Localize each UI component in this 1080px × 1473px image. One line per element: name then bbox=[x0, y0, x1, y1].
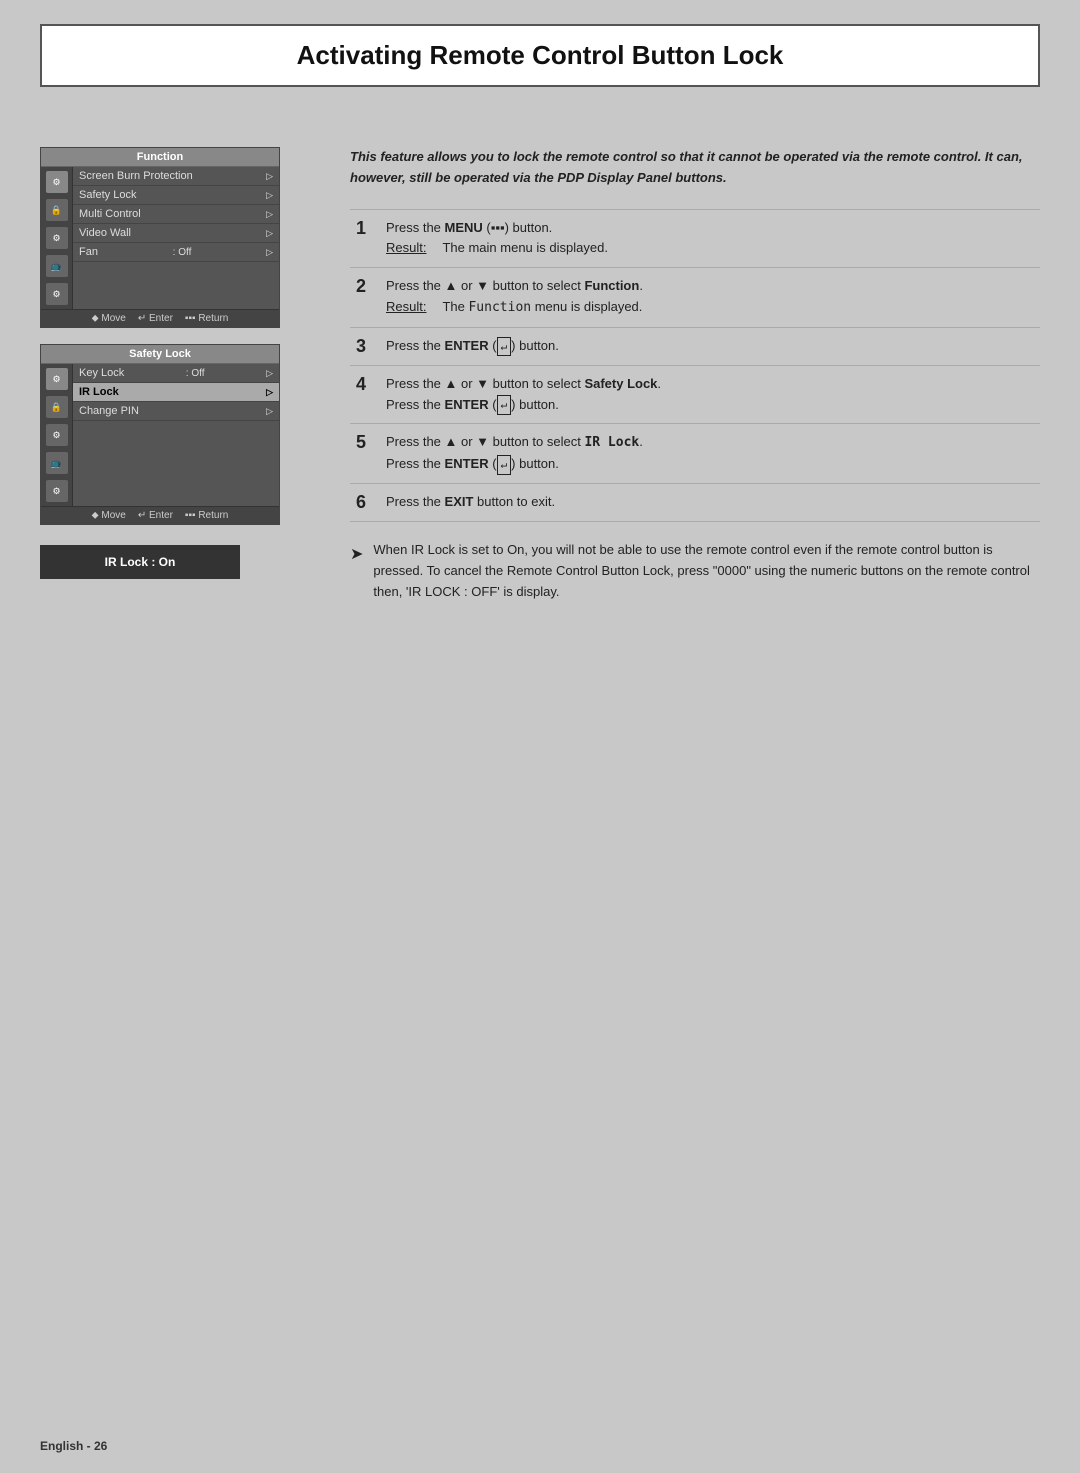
page: Activating Remote Control Button Lock Fu… bbox=[0, 0, 1080, 1473]
safety-lock-menu-footer: ⬥ Move ↵ Enter ▪▪▪ Return bbox=[41, 506, 279, 524]
step-4-enter-sym: ↵ bbox=[497, 395, 512, 415]
step-1-content: Press the MENU (▪▪▪) button. Result: The… bbox=[380, 209, 1040, 268]
menu-item-screen-burn[interactable]: Screen Burn Protection ▷ bbox=[73, 167, 279, 186]
page-title: Activating Remote Control Button Lock bbox=[62, 40, 1018, 71]
safety-lock-menu-body: ⚙ 🔒 ⚙ 📺 ⚙ Key Lock : Off ▷ IR Loc bbox=[41, 364, 279, 506]
step-2-result-label: Result: bbox=[386, 297, 426, 319]
step-2-number: 2 bbox=[350, 268, 380, 328]
icon-sl-2: 🔒 bbox=[46, 396, 68, 418]
function-menu-panel: Function ⚙ 🔒 ⚙ 📺 ⚙ Screen Burn Protectio… bbox=[40, 147, 280, 328]
step-3-enter-sym: ↵ bbox=[497, 337, 512, 357]
menu-item-video-wall[interactable]: Video Wall ▷ bbox=[73, 224, 279, 243]
step-5-enter-label: ENTER bbox=[445, 456, 489, 471]
step-3-number: 3 bbox=[350, 327, 380, 365]
footer-page-label: English - 26 bbox=[40, 1439, 107, 1453]
function-icon-sidebar: ⚙ 🔒 ⚙ 📺 ⚙ bbox=[41, 167, 73, 309]
menu-item-ir-lock[interactable]: IR Lock ▷ bbox=[73, 383, 279, 402]
step-1-result-label: Result: bbox=[386, 238, 426, 259]
icon-sl-5: ⚙ bbox=[46, 480, 68, 502]
page-title-box: Activating Remote Control Button Lock bbox=[40, 24, 1040, 87]
function-menu-title: Function bbox=[41, 148, 279, 167]
step-1-result-text: The main menu is displayed. bbox=[442, 238, 607, 259]
step-3-enter-label: ENTER bbox=[445, 338, 489, 353]
step-4-row: 4 Press the ▲ or ▼ button to select Safe… bbox=[350, 365, 1040, 424]
step-5-number: 5 bbox=[350, 424, 380, 484]
icon-sl-4: 📺 bbox=[46, 452, 68, 474]
page-footer: English - 26 bbox=[0, 1429, 1080, 1473]
safety-lock-menu-panel: Safety Lock ⚙ 🔒 ⚙ 📺 ⚙ Key Lock : Off ▷ bbox=[40, 344, 280, 525]
step-6-content: Press the EXIT button to exit. bbox=[380, 483, 1040, 521]
function-menu-footer: ⬥ Move ↵ Enter ▪▪▪ Return bbox=[41, 309, 279, 327]
step-3-row: 3 Press the ENTER (↵) button. bbox=[350, 327, 1040, 365]
step-1-key-menu: MENU bbox=[445, 220, 483, 235]
menu-item-safety-lock[interactable]: Safety Lock ▷ bbox=[73, 186, 279, 205]
step-4-safety-label: Safety Lock bbox=[584, 376, 657, 391]
menu-item-key-lock[interactable]: Key Lock : Off ▷ bbox=[73, 364, 279, 383]
step-2-content: Press the ▲ or ▼ button to select Functi… bbox=[380, 268, 1040, 328]
note-text: When IR Lock is set to On, you will not … bbox=[373, 540, 1040, 602]
function-menu-body: ⚙ 🔒 ⚙ 📺 ⚙ Screen Burn Protection ▷ Safet… bbox=[41, 167, 279, 309]
step-5-enter-sym: ↵ bbox=[497, 455, 512, 475]
step-1-row: 1 Press the MENU (▪▪▪) button. Result: T… bbox=[350, 209, 1040, 268]
menu-item-change-pin[interactable]: Change PIN ▷ bbox=[73, 402, 279, 421]
step-1-number: 1 bbox=[350, 209, 380, 268]
icon-5: ⚙ bbox=[46, 283, 68, 305]
right-column: This feature allows you to lock the remo… bbox=[330, 137, 1040, 1389]
step-1-result-row: Result: The main menu is displayed. bbox=[386, 238, 1034, 259]
step-2-result-row: Result: The Function menu is displayed. bbox=[386, 297, 1034, 319]
intro-text: This feature allows you to lock the remo… bbox=[350, 147, 1040, 189]
content-area: Function ⚙ 🔒 ⚙ 📺 ⚙ Screen Burn Protectio… bbox=[0, 107, 1080, 1429]
icon-1: ⚙ bbox=[46, 171, 68, 193]
step-6-row: 6 Press the EXIT button to exit. bbox=[350, 483, 1040, 521]
icon-4: 📺 bbox=[46, 255, 68, 277]
menu-item-multi-control[interactable]: Multi Control ▷ bbox=[73, 205, 279, 224]
step-5-content: Press the ▲ or ▼ button to select IR Loc… bbox=[380, 424, 1040, 484]
ir-lock-status-box: IR Lock : On bbox=[40, 545, 240, 579]
step-5-ir-label: IR Lock bbox=[584, 435, 639, 450]
steps-table: 1 Press the MENU (▪▪▪) button. Result: T… bbox=[350, 209, 1040, 522]
note-section: ➤ When IR Lock is set to On, you will no… bbox=[350, 540, 1040, 602]
safety-lock-menu-title: Safety Lock bbox=[41, 345, 279, 364]
step-2-result-text: The Function menu is displayed. bbox=[442, 297, 642, 319]
step-6-exit-label: EXIT bbox=[445, 494, 474, 509]
step-4-content: Press the ▲ or ▼ button to select Safety… bbox=[380, 365, 1040, 424]
function-menu-items: Screen Burn Protection ▷ Safety Lock ▷ M… bbox=[73, 167, 279, 309]
icon-sl-3: ⚙ bbox=[46, 424, 68, 446]
step-3-content: Press the ENTER (↵) button. bbox=[380, 327, 1040, 365]
icon-2: 🔒 bbox=[46, 199, 68, 221]
safety-lock-menu-items: Key Lock : Off ▷ IR Lock ▷ Change PIN ▷ bbox=[73, 364, 279, 506]
left-column: Function ⚙ 🔒 ⚙ 📺 ⚙ Screen Burn Protectio… bbox=[40, 137, 330, 1389]
step-1-menu-icon: ▪▪▪ bbox=[491, 220, 505, 235]
note-arrow-icon: ➤ bbox=[350, 542, 363, 602]
step-6-number: 6 bbox=[350, 483, 380, 521]
step-2-row: 2 Press the ▲ or ▼ button to select Func… bbox=[350, 268, 1040, 328]
step-4-enter-label: ENTER bbox=[445, 397, 489, 412]
step-4-number: 4 bbox=[350, 365, 380, 424]
step-2-function-label: Function bbox=[584, 278, 639, 293]
safety-lock-icon-sidebar: ⚙ 🔒 ⚙ 📺 ⚙ bbox=[41, 364, 73, 506]
ir-lock-status-text: IR Lock : On bbox=[105, 555, 176, 569]
icon-sl-1: ⚙ bbox=[46, 368, 68, 390]
step-5-row: 5 Press the ▲ or ▼ button to select IR L… bbox=[350, 424, 1040, 484]
menu-item-fan[interactable]: Fan : Off ▷ bbox=[73, 243, 279, 262]
icon-3: ⚙ bbox=[46, 227, 68, 249]
